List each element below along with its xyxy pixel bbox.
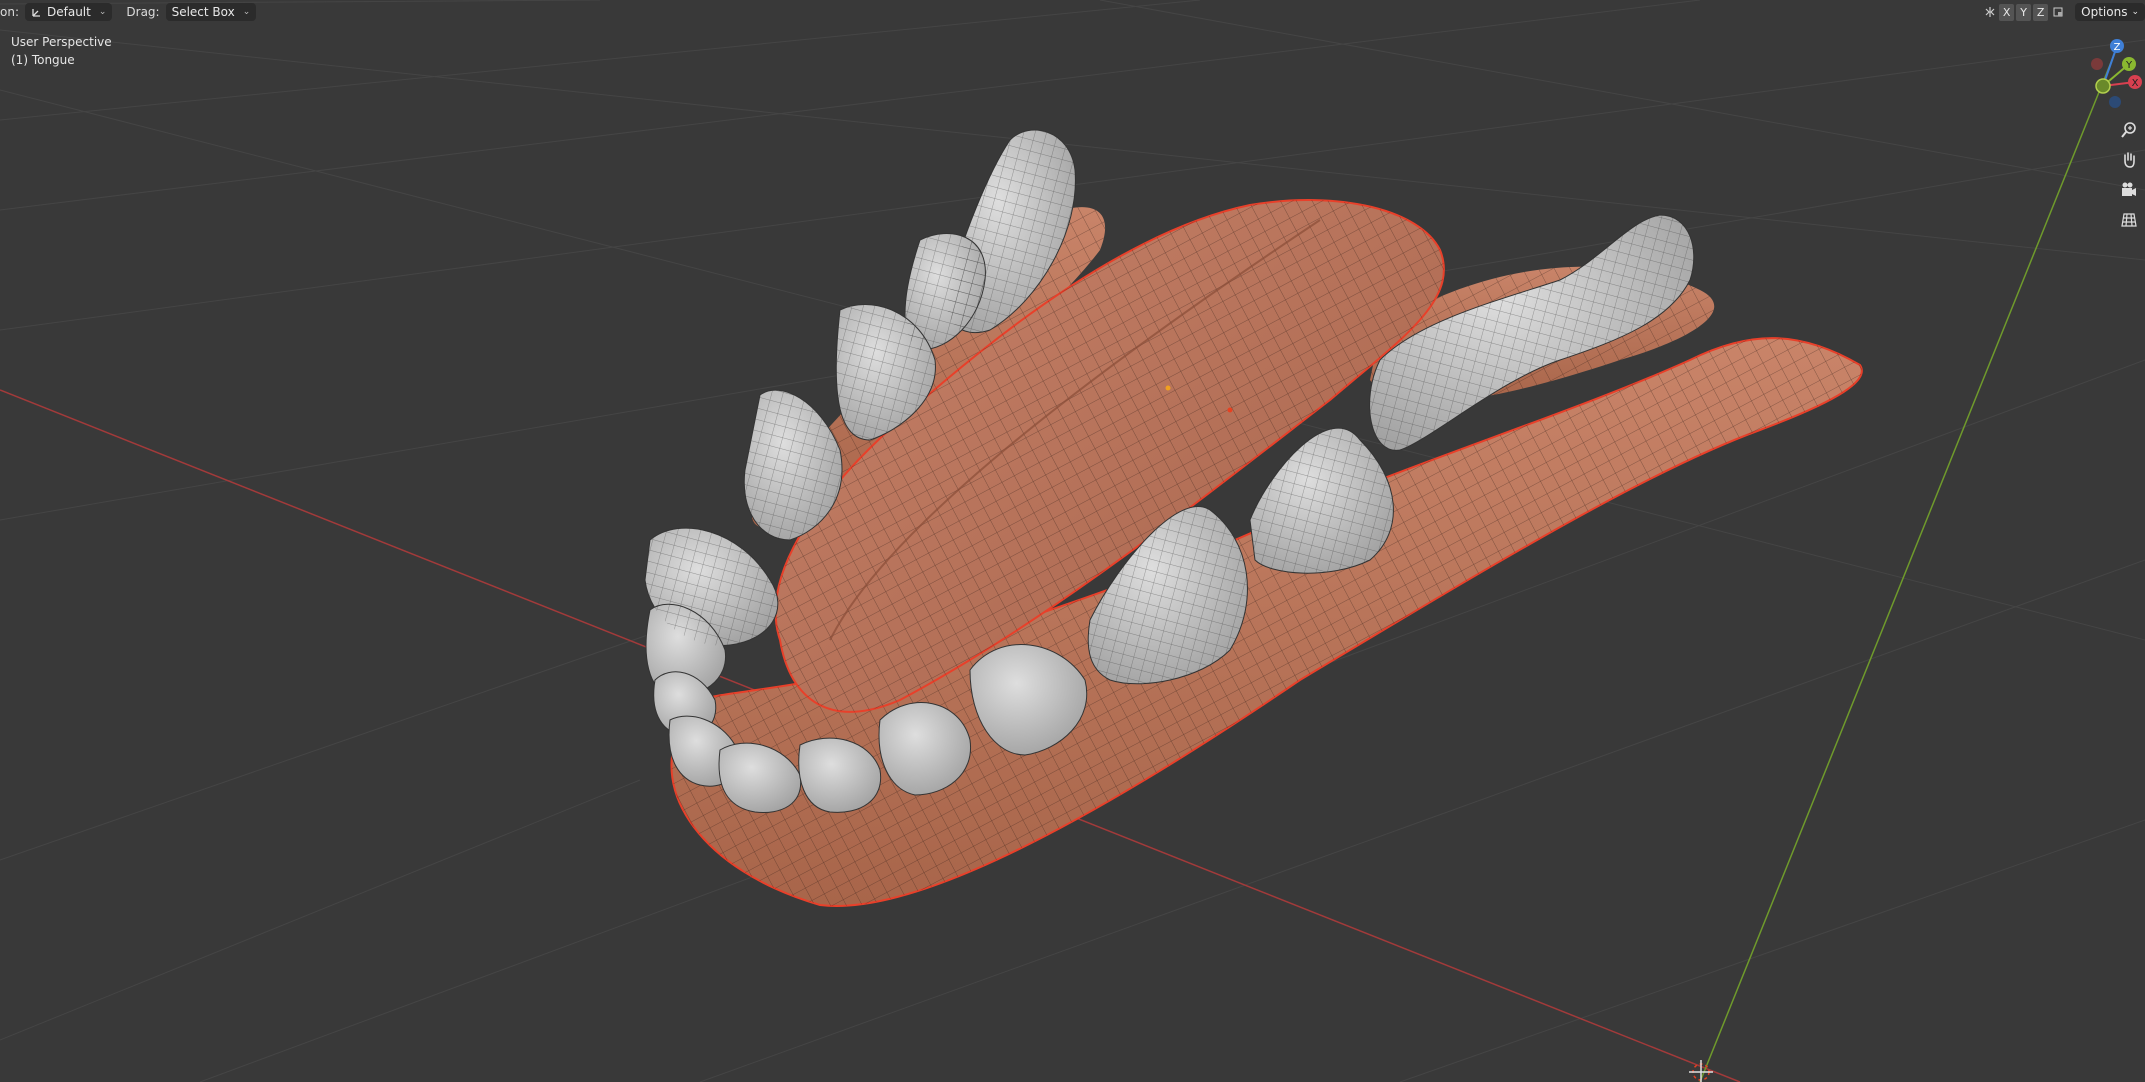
navigation-gizmo[interactable]: Z Y X <box>2055 34 2145 114</box>
zoom-icon[interactable] <box>2117 118 2141 142</box>
gizmo-z-label: Z <box>2114 42 2121 53</box>
transform-orientation-icon <box>32 9 40 17</box>
gizmo-neg-z <box>2109 96 2121 108</box>
gizmo-neg-y <box>2095 78 2111 94</box>
viewport-nav-tools <box>2117 118 2141 232</box>
orientation-dropdown[interactable]: Default ⌄ <box>25 3 113 21</box>
axis-y-button[interactable]: Y <box>2016 3 2032 21</box>
y-axis-line <box>1699 39 2121 1082</box>
3d-viewport[interactable] <box>0 0 2145 1082</box>
chevron-down-icon: ⌄ <box>2131 7 2139 17</box>
orientation-label: on: <box>0 5 19 19</box>
drag-label: Drag: <box>126 5 160 19</box>
gizmo-x-label: X <box>2132 78 2139 89</box>
gizmo-y-label: Y <box>2125 60 2133 71</box>
gizmo-neg-x <box>2091 58 2103 70</box>
axis-z-button[interactable]: Z <box>2033 3 2049 21</box>
snap-icon[interactable] <box>2050 4 2065 21</box>
viewport-header: on: Default ⌄ Drag: Select Box ⌄ X Y Z O… <box>0 0 2145 24</box>
orientation-value: Default <box>47 5 91 19</box>
drag-value: Select Box <box>171 5 235 19</box>
active-object-name: (1) Tongue <box>11 53 75 67</box>
viewport-canvas <box>0 0 2145 1082</box>
chevron-down-icon: ⌄ <box>242 7 251 17</box>
camera-icon[interactable] <box>2117 178 2141 202</box>
view-name: User Perspective <box>11 35 112 49</box>
options-label: Options <box>2081 5 2128 19</box>
drag-dropdown[interactable]: Select Box ⌄ <box>165 3 257 21</box>
hand-pan-icon[interactable] <box>2117 148 2141 172</box>
chevron-down-icon: ⌄ <box>98 7 107 17</box>
viewport-info: User Perspective (1) Tongue <box>11 33 112 69</box>
grid-ortho-icon[interactable] <box>2117 208 2141 232</box>
mirror-icon[interactable] <box>1982 4 1997 21</box>
mouth-model <box>644 129 1863 907</box>
header-right-controls: X Y Z Options ⌄ <box>1982 3 2145 21</box>
options-dropdown[interactable]: Options ⌄ <box>2075 3 2145 21</box>
axis-x-button[interactable]: X <box>1999 3 2015 21</box>
